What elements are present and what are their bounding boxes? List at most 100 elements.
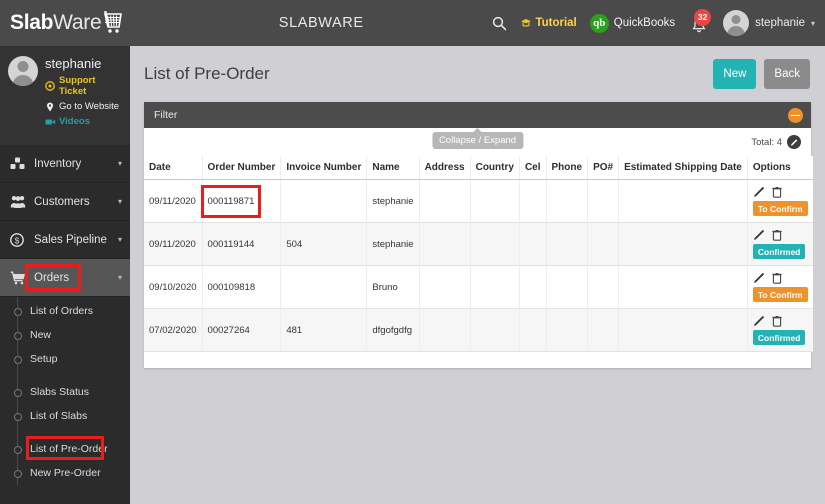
table-row[interactable]: 09/11/2020 000119144 504 stephanie Confi… <box>144 222 813 266</box>
graduation-cap-icon <box>520 17 532 29</box>
top-navigation-bar: SlabWare SLABWARE Tutorial qb QuickBooks <box>0 0 825 46</box>
pencil-icon[interactable] <box>753 272 765 284</box>
cell-invoice-number <box>280 179 368 223</box>
sidebar-subitem-list-of-orders[interactable]: List of Orders <box>0 299 130 323</box>
sidebar-item-label: Sales Pipeline <box>34 233 107 246</box>
svg-text:$: $ <box>15 236 20 245</box>
sidebar-subitem-list-of-pre-order[interactable]: List of Pre-Order <box>0 436 130 461</box>
table-row[interactable]: 07/02/2020 00027264 481 dfgofgdfg Confir… <box>144 308 813 352</box>
pre-order-table: Date Order Number Invoice Number Name Ad… <box>144 156 813 352</box>
cell-order-number: 00027264 <box>202 308 282 352</box>
pencil-icon[interactable] <box>753 315 765 327</box>
pencil-circle-icon[interactable] <box>787 135 801 149</box>
filter-bar[interactable]: Filter <box>144 102 811 128</box>
pre-order-panel: Filter Collapse / Expand Total: 4 Date O… <box>144 102 813 368</box>
quickbooks-link[interactable]: qb QuickBooks <box>589 13 675 33</box>
notifications-button[interactable]: 32 <box>688 9 712 36</box>
trash-icon[interactable] <box>772 186 782 198</box>
cell-name: stephanie <box>366 179 420 223</box>
sidebar-item-label: Orders <box>34 271 70 284</box>
top-bar-actions: Tutorial qb QuickBooks 32 stephanie ▾ <box>492 9 825 36</box>
sidebar-item-label: Inventory <box>34 157 82 170</box>
table-row[interactable]: 09/11/2020 000119871 stephanie To Confir… <box>144 179 813 223</box>
cell-country <box>470 308 520 352</box>
cell-address <box>419 222 471 266</box>
column-header-cel[interactable]: Cel <box>519 156 547 180</box>
profile-name: stephanie <box>45 56 102 71</box>
order-number-highlight-wrap: 000119871 <box>200 184 262 218</box>
cell-name: dfgofgdfg <box>366 308 420 352</box>
pencil-icon[interactable] <box>753 186 765 198</box>
search-button[interactable] <box>492 16 507 31</box>
column-header-estimated-shipping-date[interactable]: Estimated Shipping Date <box>618 156 748 180</box>
sidebar-profile: stephanie Support Ticket Go to Website V… <box>0 46 130 145</box>
user-menu[interactable]: stephanie ▾ <box>723 10 815 36</box>
table-row[interactable]: 09/10/2020 000109818 Bruno To Confirm <box>144 265 813 309</box>
sidebar-subitem-new[interactable]: New <box>0 323 130 347</box>
trash-icon[interactable] <box>772 315 782 327</box>
sidebar-subitem-label: New Pre-Order <box>30 467 101 479</box>
column-header-order-number[interactable]: Order Number <box>202 156 282 180</box>
trash-icon[interactable] <box>772 229 782 241</box>
status-badge[interactable]: Confirmed <box>752 330 806 345</box>
sidebar-subitem-label: Slabs Status <box>30 386 89 398</box>
cell-po <box>587 222 620 266</box>
order-number-value: 000119871 <box>207 195 255 207</box>
sidebar-subitem-list-of-slabs[interactable]: List of Slabs <box>0 404 130 428</box>
sidebar-subitem-slabs-status[interactable]: Slabs Status <box>0 380 130 404</box>
cubes-icon <box>10 157 27 171</box>
pencil-icon[interactable] <box>753 229 765 241</box>
cell-date: 07/02/2020 <box>144 308 203 352</box>
minus-circle-icon[interactable] <box>788 107 803 123</box>
column-header-date[interactable]: Date <box>144 156 203 180</box>
sidebar-item-customers[interactable]: Customers ▾ <box>0 183 130 221</box>
sidebar-item-sales-pipeline[interactable]: $ Sales Pipeline ▾ <box>0 221 130 259</box>
cell-options: Confirmed <box>747 308 813 352</box>
status-badge[interactable]: Confirmed <box>752 244 806 259</box>
cell-phone <box>546 179 589 223</box>
shopping-cart-icon <box>10 271 27 285</box>
quickbooks-icon: qb <box>589 13 609 33</box>
sidebar-subitem-setup[interactable]: Setup <box>0 347 130 371</box>
logo-text-bold: Slab <box>10 11 54 34</box>
cell-cel <box>519 222 547 266</box>
tutorial-link[interactable]: Tutorial <box>520 17 577 29</box>
orders-submenu: List of Orders New Setup Slabs Status Li… <box>0 297 130 485</box>
back-button[interactable]: Back <box>764 59 810 89</box>
users-icon <box>10 195 27 209</box>
sidebar-item-inventory[interactable]: Inventory ▾ <box>0 145 130 183</box>
cell-phone <box>546 308 589 352</box>
sidebar-subitem-new-pre-order[interactable]: New Pre-Order <box>0 461 130 485</box>
videos-link[interactable]: Videos <box>45 116 122 127</box>
sidebar-item-orders[interactable]: Orders ▾ <box>0 259 130 297</box>
row-action-icons <box>753 186 808 198</box>
cell-invoice-number: 504 <box>280 222 368 266</box>
cell-order-number: 000109818 <box>202 265 282 309</box>
submenu-spacer <box>0 428 130 437</box>
cell-po <box>587 308 620 352</box>
new-button[interactable]: New <box>713 59 757 89</box>
cell-options: To Confirm <box>747 265 813 309</box>
chevron-down-icon: ▾ <box>117 235 122 244</box>
column-header-options[interactable]: Options <box>747 156 813 180</box>
column-header-country[interactable]: Country <box>470 156 520 180</box>
sidebar-subitem-label: New <box>30 329 52 341</box>
status-badge[interactable]: To Confirm <box>752 287 808 302</box>
column-header-invoice-number[interactable]: Invoice Number <box>280 156 368 180</box>
column-header-address[interactable]: Address <box>419 156 471 180</box>
column-header-phone[interactable]: Phone <box>546 156 589 180</box>
trash-icon[interactable] <box>772 272 782 284</box>
page-header: List of Pre-Order New Back <box>130 46 825 102</box>
search-icon <box>492 16 507 31</box>
sidebar-subitem-label: List of Slabs <box>30 410 88 422</box>
go-to-website-link[interactable]: Go to Website <box>45 101 122 112</box>
app-logo[interactable]: SlabWare <box>0 0 130 46</box>
video-camera-icon <box>45 117 56 127</box>
support-ticket-link[interactable]: Support Ticket <box>45 75 122 97</box>
column-header-name[interactable]: Name <box>366 156 420 180</box>
cell-po <box>587 179 620 223</box>
status-badge[interactable]: To Confirm <box>752 201 808 216</box>
column-header-po[interactable]: PO# <box>587 156 620 180</box>
support-ticket-label: Support Ticket <box>59 75 96 97</box>
sidebar-subitem-label: List of Orders <box>30 305 94 317</box>
